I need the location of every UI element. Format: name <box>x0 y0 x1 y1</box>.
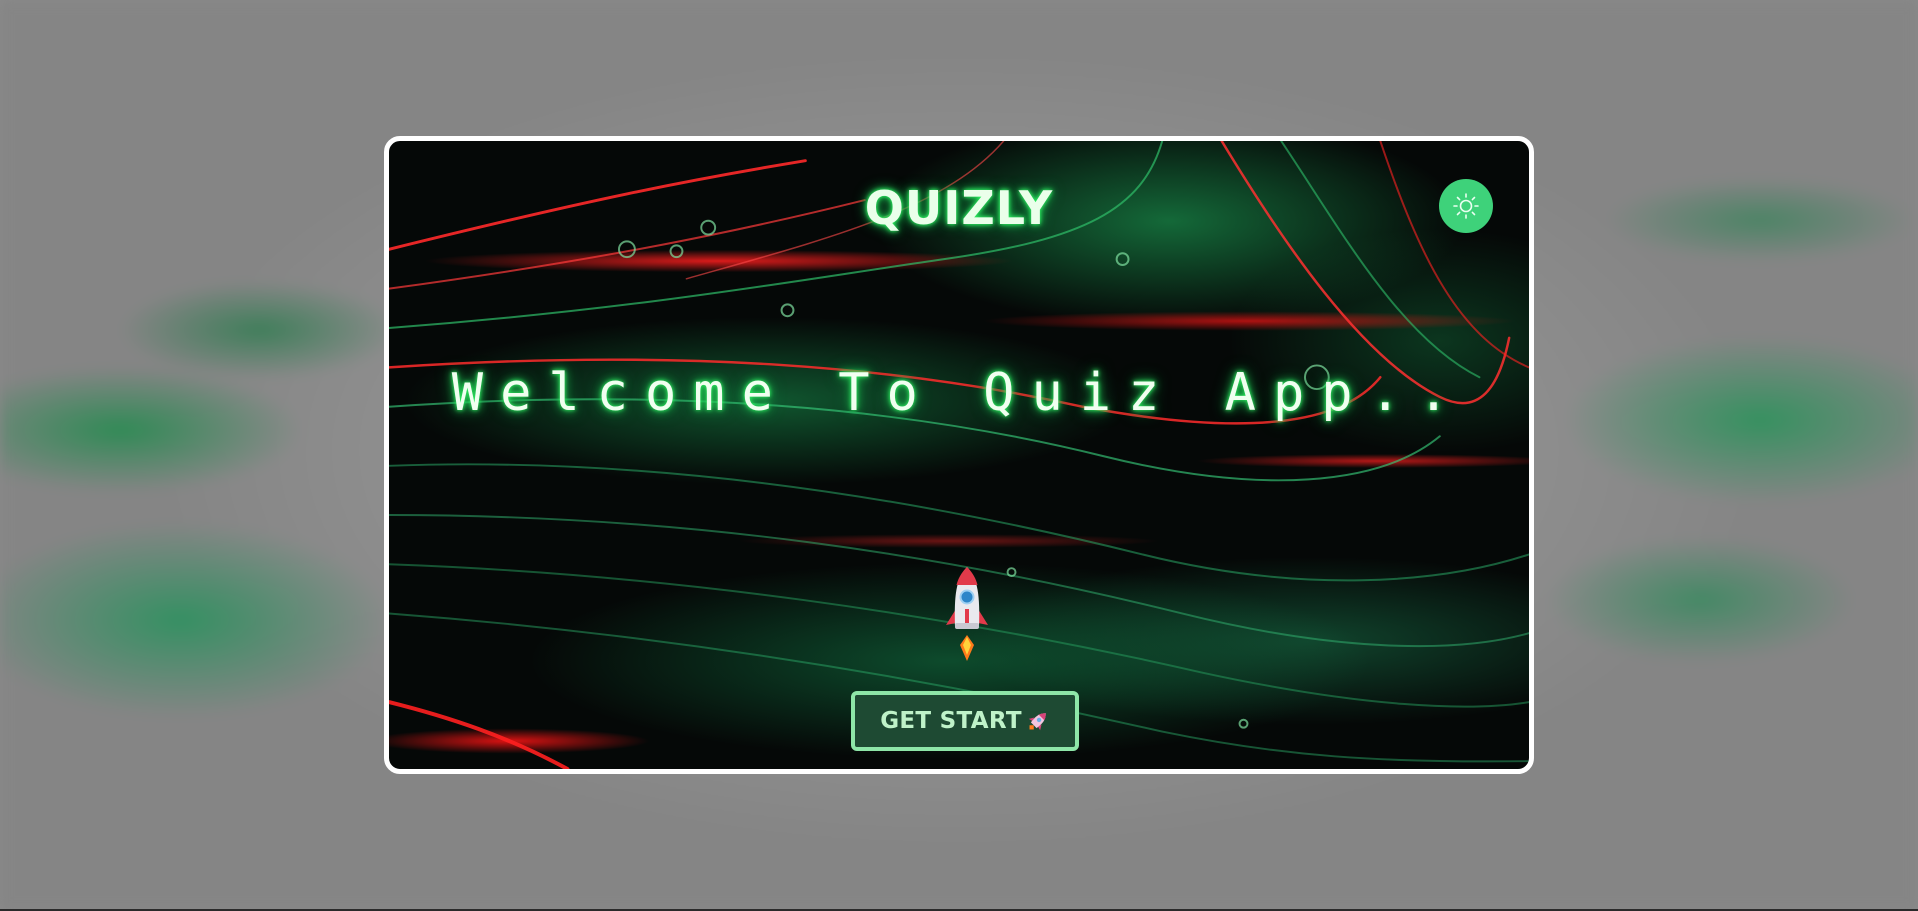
rocket-icon <box>1028 713 1046 731</box>
sun-icon <box>1453 193 1479 219</box>
rocket-icon <box>946 567 988 661</box>
theme-toggle-button[interactable] <box>1439 179 1493 233</box>
card-background-art <box>389 141 1529 769</box>
quiz-card: QUIZLY Welcome To Quiz App.. GET START <box>384 136 1534 774</box>
get-start-button[interactable]: GET START <box>851 691 1079 751</box>
get-start-label: GET START <box>880 708 1022 734</box>
welcome-heading: Welcome To Quiz App.. <box>451 363 1467 423</box>
app-title: QUIZLY <box>864 181 1054 235</box>
